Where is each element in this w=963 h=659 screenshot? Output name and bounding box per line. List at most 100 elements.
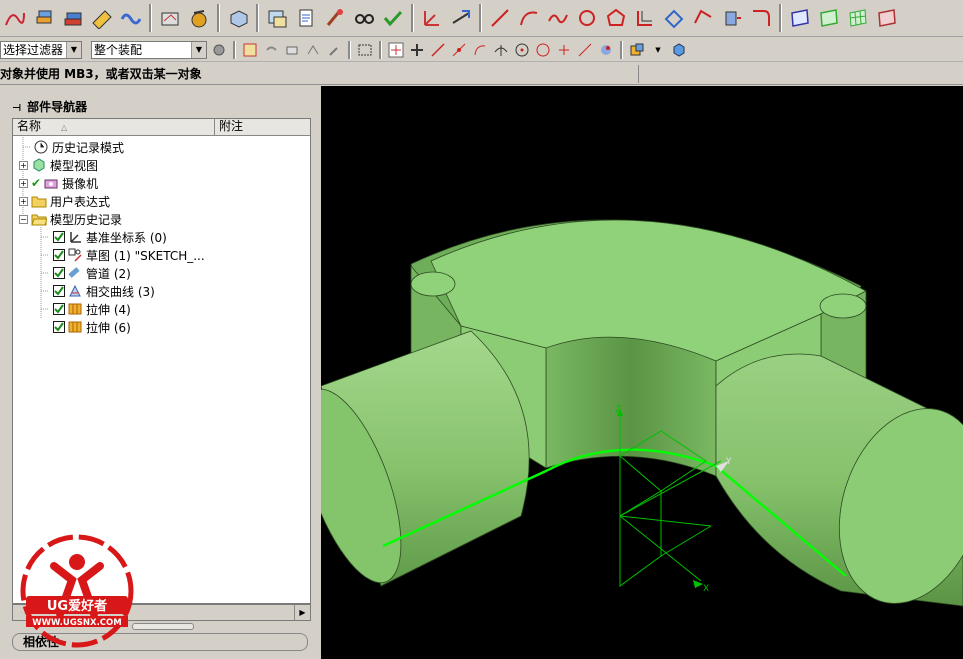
scroll-right-icon[interactable]: ▶ — [294, 605, 310, 620]
feature-label: 拉伸 (6) — [86, 320, 131, 335]
snap-endpoint-icon[interactable] — [387, 41, 405, 59]
studio-spline-icon[interactable] — [545, 5, 571, 31]
axis-y-label: Y — [725, 457, 732, 467]
tree-item-user-expressions[interactable]: + 用户表达式 — [19, 192, 110, 210]
tree-item-label: 用户表达式 — [50, 194, 111, 209]
snap-face-icon[interactable] — [597, 41, 615, 59]
visibility-checkbox[interactable] — [53, 267, 65, 279]
document-icon[interactable] — [293, 5, 319, 31]
brush-icon[interactable] — [322, 5, 348, 31]
tree-item-cameras[interactable]: + ✔ 摄像机 — [19, 174, 98, 192]
cube-icon[interactable] — [670, 41, 688, 59]
toolbar-separator — [379, 40, 382, 59]
drawing-icon[interactable] — [157, 5, 183, 31]
visibility-checkbox[interactable] — [53, 321, 65, 333]
column-note-header[interactable]: 附注 — [215, 119, 310, 135]
feature-row-extrude-6[interactable]: 拉伸 (6) — [53, 318, 131, 336]
feature-row-intersection-curve[interactable]: 相交曲线 (3) — [53, 282, 155, 300]
tree-item-history-mode[interactable]: 历史记录模式 — [33, 138, 124, 156]
surface-icon[interactable] — [787, 5, 813, 31]
snap-arc-center-icon[interactable] — [513, 41, 531, 59]
line-icon[interactable] — [487, 5, 513, 31]
chevron-down-icon[interactable]: ▼ — [66, 41, 81, 58]
filter-settings-icon[interactable] — [210, 41, 228, 59]
undo-icon[interactable] — [262, 41, 280, 59]
prompt-text: 对象并使用 MB3，或者双击某一对象 — [0, 67, 202, 81]
polygon-icon[interactable] — [603, 5, 629, 31]
spline-icon[interactable] — [2, 5, 28, 31]
visibility-checkbox[interactable] — [53, 303, 65, 315]
assembly-scope-dropdown[interactable]: 整个装配 ▼ — [91, 40, 207, 59]
through-curves-icon[interactable] — [816, 5, 842, 31]
datum-icon[interactable] — [448, 5, 474, 31]
feature-row-tube[interactable]: 管道 (2) — [53, 264, 131, 282]
tree-item-label: 摄像机 — [62, 176, 99, 191]
cylinder-icon[interactable] — [719, 5, 745, 31]
toolbar-separator — [348, 40, 351, 59]
fillet-curve-icon[interactable] — [748, 5, 774, 31]
feature-label: 基准坐标系 (0) — [86, 230, 167, 245]
folder-open-icon — [31, 211, 47, 227]
check-lines-icon[interactable] — [380, 5, 406, 31]
sort-up-icon: △ — [61, 123, 68, 132]
visibility-checkbox[interactable] — [53, 249, 65, 261]
part-icon[interactable] — [225, 5, 251, 31]
expand-icon[interactable]: + — [19, 196, 28, 206]
navigator-title-text: 部件导航器 — [27, 100, 88, 114]
wave-icon[interactable] — [118, 5, 144, 31]
snap-quadrant-icon[interactable] — [534, 41, 552, 59]
mesh-surface-icon[interactable] — [845, 5, 871, 31]
snap-midpoint-icon[interactable] — [450, 41, 468, 59]
ugsnx-watermark-logo: UG爱好者 WWW.UGSNX.COM — [18, 532, 136, 650]
select-all-icon[interactable] — [241, 41, 259, 59]
bridge-curve-icon[interactable] — [690, 5, 716, 31]
pin-icon[interactable]: ⊣ — [12, 103, 21, 114]
render-style-icon[interactable] — [628, 41, 646, 59]
tree-item-model-views[interactable]: + 模型视图 — [19, 156, 98, 174]
snap-move-icon[interactable] — [408, 41, 426, 59]
project-curve-icon[interactable] — [661, 5, 687, 31]
wcs-icon[interactable] — [419, 5, 445, 31]
feature-label: 管道 (2) — [86, 266, 131, 281]
tree-item-model-history[interactable]: − 模型历史记录 — [19, 210, 122, 228]
snap-line-icon[interactable] — [429, 41, 447, 59]
stack-icon[interactable] — [60, 5, 86, 31]
graphics-window[interactable]: Z Y X — [321, 86, 963, 659]
glasses-icon[interactable] — [351, 5, 377, 31]
column-name-header[interactable]: 名称 △ — [13, 119, 215, 135]
feature-row-sketch[interactable]: 草图 (1) "SKETCH_... — [53, 246, 205, 264]
snap-intersection-icon[interactable] — [492, 41, 510, 59]
tube-icon — [67, 265, 83, 281]
feature-row-datum-csys[interactable]: 基准坐标系 (0) — [53, 228, 167, 246]
panel-top-edge — [8, 86, 320, 94]
visibility-checkbox[interactable] — [53, 285, 65, 297]
expand-icon[interactable]: + — [19, 160, 28, 170]
visibility-checkbox[interactable] — [53, 231, 65, 243]
ruler-icon[interactable] — [89, 5, 115, 31]
chevron-down-icon[interactable]: ▼ — [191, 41, 206, 58]
layers-icon[interactable] — [31, 5, 57, 31]
snap-point-icon[interactable] — [555, 41, 573, 59]
toolbar-separator — [256, 4, 259, 32]
feature-label: 拉伸 (4) — [86, 302, 131, 317]
eraser-icon[interactable] — [283, 41, 301, 59]
offset-curve-icon[interactable] — [632, 5, 658, 31]
toolbar-separator — [779, 4, 782, 32]
n-sided-surface-icon[interactable] — [874, 5, 900, 31]
selection-filter-dropdown[interactable]: 选择过滤器 ▼ — [0, 40, 82, 59]
model-render: Z Y X — [321, 219, 963, 607]
arc-icon[interactable] — [516, 5, 542, 31]
snap-curve-icon[interactable] — [471, 41, 489, 59]
feature-row-extrude-4[interactable]: 拉伸 (4) — [53, 300, 131, 318]
chevron-down-icon[interactable]: ▼ — [649, 41, 667, 59]
expand-icon[interactable]: + — [19, 178, 28, 188]
rectangle-select-icon[interactable] — [356, 41, 374, 59]
circle-icon[interactable] — [574, 5, 600, 31]
snap-on-curve-icon[interactable] — [576, 41, 594, 59]
hammer-icon[interactable] — [325, 41, 343, 59]
assembly-icon[interactable] — [264, 5, 290, 31]
motion-icon[interactable] — [186, 5, 212, 31]
collapse-icon[interactable]: − — [19, 214, 28, 224]
tree-item-label: 历史记录模式 — [52, 140, 125, 155]
snap-icon[interactable] — [304, 41, 322, 59]
